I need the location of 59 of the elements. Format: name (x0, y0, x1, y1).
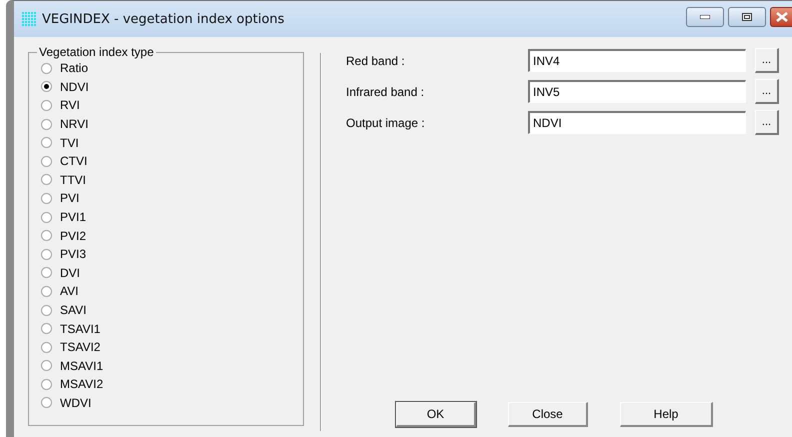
radio-label: SAVI (60, 303, 86, 318)
radio-label: TSAVI1 (60, 322, 100, 336)
radio-button[interactable] (41, 81, 52, 92)
grid-icon (22, 12, 36, 26)
dialog-button[interactable]: OK (396, 402, 476, 427)
close-button[interactable] (770, 7, 792, 27)
radio-label: MSAVI2 (60, 377, 104, 392)
close-icon (776, 12, 788, 22)
radio-button[interactable] (41, 267, 52, 278)
radio-label: DVI (60, 266, 80, 280)
radio-label: Ratio (60, 61, 88, 76)
radio-label: TTVI (60, 172, 86, 187)
radio-button[interactable] (41, 304, 52, 316)
radio-label: NDVI (60, 80, 89, 94)
radio-button[interactable] (41, 62, 52, 74)
window-title: VEGINDEX - vegetation index options (42, 12, 284, 26)
group-label: Vegetation index type (38, 45, 155, 59)
dialog-button[interactable]: Close (508, 402, 588, 427)
input-field[interactable]: NDVI (528, 111, 746, 134)
field-label: Output image : (346, 116, 426, 130)
browse-button[interactable]: ... (755, 79, 779, 104)
radio-button[interactable] (41, 378, 52, 390)
radio-button[interactable] (41, 137, 52, 148)
radio-button[interactable] (41, 230, 52, 242)
radio-label: TVI (60, 136, 79, 150)
radio-button[interactable] (41, 212, 52, 223)
radio-label: MSAVI1 (60, 358, 104, 373)
radio-button[interactable] (41, 323, 52, 334)
radio-button[interactable] (41, 286, 52, 297)
radio-label: WDVI (60, 396, 92, 410)
radio-button[interactable] (41, 100, 52, 111)
dialog-button[interactable]: Help (620, 402, 713, 427)
radio-button[interactable] (41, 342, 52, 353)
radio-label: PVI2 (60, 228, 86, 243)
radio-button[interactable] (41, 174, 52, 186)
browse-button[interactable]: ... (755, 110, 779, 135)
browse-button[interactable]: ... (755, 48, 779, 73)
radio-label: PVI3 (60, 247, 86, 262)
field-label: Red band : (346, 54, 406, 68)
maximize-icon (742, 13, 752, 21)
radio-label: PVI1 (60, 210, 86, 224)
minimize-icon (700, 15, 710, 19)
radio-label: RVI (60, 98, 80, 112)
input-field[interactable]: INV5 (528, 80, 746, 103)
radio-label: AVI (60, 284, 78, 298)
radio-button[interactable] (41, 192, 52, 204)
radio-label: TSAVI2 (60, 340, 100, 354)
radio-button[interactable] (41, 360, 52, 372)
radio-button[interactable] (41, 248, 52, 260)
radio-label: PVI (60, 191, 80, 206)
radio-label: CTVI (60, 154, 88, 168)
radio-button[interactable] (41, 397, 52, 408)
input-field[interactable]: INV4 (528, 49, 746, 72)
maximize-button[interactable] (728, 7, 766, 27)
minimize-button[interactable] (686, 7, 724, 27)
radio-button[interactable] (41, 118, 52, 130)
radio-button[interactable] (41, 156, 52, 167)
radio-label: NRVI (60, 117, 88, 132)
field-label: Infrared band : (346, 84, 426, 98)
